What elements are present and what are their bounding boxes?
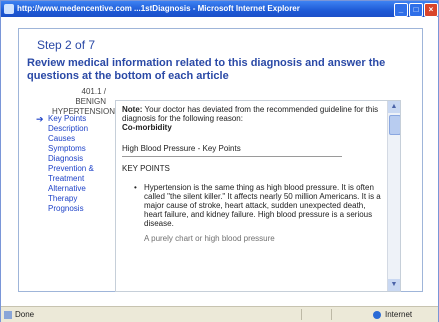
list-item-partial: A purely chart or high blood pressure bbox=[144, 234, 275, 243]
nav-item-key-points[interactable]: ➔ Key Points bbox=[36, 114, 110, 124]
list-item: • Hypertension is the same thing as high… bbox=[122, 183, 384, 228]
arrow-right-icon: ➔ bbox=[36, 114, 44, 124]
nav-item-alternative-therapy[interactable]: Alternative Therapy bbox=[36, 184, 110, 204]
step-indicator: Step 2 of 7 bbox=[34, 38, 99, 52]
bullet-text: Hypertension is the same thing as high b… bbox=[144, 183, 381, 228]
zone-label: Internet bbox=[385, 310, 413, 319]
note-label: Note: bbox=[122, 105, 143, 114]
article-title: High Blood Pressure - Key Points bbox=[122, 144, 342, 157]
article-body: Note: Your doctor has deviated from the … bbox=[122, 105, 384, 243]
scroll-thumb[interactable] bbox=[389, 115, 400, 135]
nav-item-prevention-treatment[interactable]: Prevention & Treatment bbox=[36, 164, 110, 184]
close-button[interactable]: × bbox=[424, 3, 438, 17]
maximize-button[interactable]: □ bbox=[409, 3, 423, 17]
status-bar: Done Internet bbox=[1, 306, 438, 322]
status-text: Done bbox=[15, 310, 35, 319]
diagnosis-label: 401.1 / BENIGN HYPERTENSION bbox=[52, 87, 115, 116]
scroll-down-icon[interactable]: ▼ bbox=[388, 279, 400, 291]
window-title: http://www.medencentive.com ...1stDiagno… bbox=[17, 4, 300, 13]
page-content: Step 2 of 7 Review medical information r… bbox=[4, 18, 435, 299]
ie-icon bbox=[4, 4, 14, 14]
bullet-icon: • bbox=[134, 183, 137, 192]
article-scrollbar[interactable]: ▲ ▼ bbox=[387, 101, 400, 291]
guideline-note: Note: Your doctor has deviated from the … bbox=[122, 105, 384, 123]
page-instructions: Review medical information related to th… bbox=[27, 57, 386, 82]
minimize-button[interactable]: _ bbox=[394, 3, 408, 17]
status-divider bbox=[331, 309, 332, 320]
deviation-reason: Co-morbidity bbox=[122, 123, 172, 132]
nav-item-diagnosis[interactable]: Diagnosis bbox=[36, 154, 110, 164]
status-divider bbox=[301, 309, 302, 320]
browser-window: http://www.medencentive.com ...1stDiagno… bbox=[0, 0, 439, 322]
article-frame[interactable]: Note: Your doctor has deviated from the … bbox=[115, 100, 401, 292]
nav-item-causes[interactable]: Causes bbox=[36, 134, 110, 144]
nav-label: Key Points bbox=[48, 114, 87, 123]
page-icon bbox=[4, 311, 12, 319]
article-nav: ➔ Key Points Description Causes Symptoms… bbox=[36, 114, 110, 214]
nav-item-prognosis[interactable]: Prognosis bbox=[36, 204, 110, 214]
nav-item-symptoms[interactable]: Symptoms bbox=[36, 144, 110, 154]
note-text: Your doctor has deviated from the recomm… bbox=[122, 105, 379, 123]
section-heading: KEY POINTS bbox=[122, 164, 170, 173]
title-bar: http://www.medencentive.com ...1stDiagno… bbox=[1, 1, 438, 17]
scroll-up-icon[interactable]: ▲ bbox=[388, 101, 400, 113]
nav-item-description[interactable]: Description bbox=[36, 124, 110, 134]
globe-icon bbox=[373, 311, 381, 319]
